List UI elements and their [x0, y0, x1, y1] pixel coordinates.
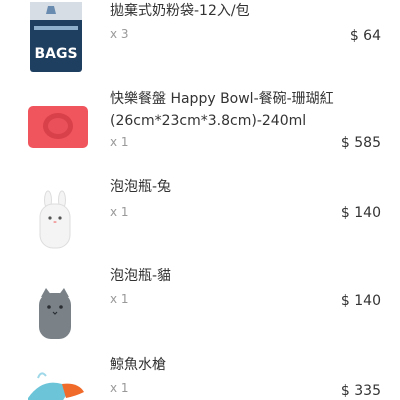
product-quantity: x 3: [110, 27, 129, 41]
product-name: 拋棄式奶粉袋-12入/包: [110, 3, 250, 19]
list-item[interactable]: 快樂餐盤 Happy Bowl-餐碗-珊瑚紅 (26cm*23cm*3.8cm)…: [0, 88, 400, 168]
product-price: $ 585: [340, 135, 381, 151]
product-price: $ 140: [340, 205, 381, 221]
list-item[interactable]: 泡泡瓶-兔 x 1 $ 140: [0, 176, 400, 256]
list-item[interactable]: 鯨魚水槍 x 1 $ 335: [0, 354, 400, 400]
product-thumbnail[interactable]: [26, 102, 88, 164]
formula-bags-image: BAGS: [30, 2, 82, 72]
product-thumbnail[interactable]: [26, 190, 88, 252]
rabbit-bottle-image: [39, 190, 71, 249]
product-quantity: x 1: [110, 381, 129, 395]
product-name: 鯨魚水槍: [110, 357, 166, 373]
bags-logo-text: BAGS: [34, 46, 77, 62]
cart-item-list: BAGS 拋棄式奶粉袋-12入/包 x 3 $ 64 快樂餐盤 Happy Bo…: [0, 0, 400, 400]
product-name: 泡泡瓶-貓: [110, 268, 172, 284]
product-price: $ 140: [340, 293, 381, 309]
list-item[interactable]: BAGS 拋棄式奶粉袋-12入/包 x 3 $ 64: [0, 0, 400, 80]
product-price: $ 335: [340, 383, 381, 399]
product-quantity: x 1: [110, 205, 129, 219]
product-quantity: x 1: [110, 292, 129, 306]
product-name: 快樂餐盤 Happy Bowl-餐碗-珊瑚紅 (26cm*23cm*3.8cm)…: [110, 91, 334, 129]
list-item[interactable]: 泡泡瓶-貓 x 1 $ 140: [0, 265, 400, 345]
product-price: $ 64: [349, 28, 381, 44]
whale-water-gun-image: [28, 372, 84, 400]
product-thumbnail[interactable]: [26, 283, 88, 345]
product-name: 泡泡瓶-兔: [110, 179, 172, 195]
product-thumbnail[interactable]: BAGS: [26, 2, 88, 72]
product-thumbnail[interactable]: [26, 368, 88, 400]
product-quantity: x 1: [110, 135, 129, 149]
cat-bottle-image: [39, 288, 71, 339]
happy-bowl-image: [28, 106, 88, 148]
